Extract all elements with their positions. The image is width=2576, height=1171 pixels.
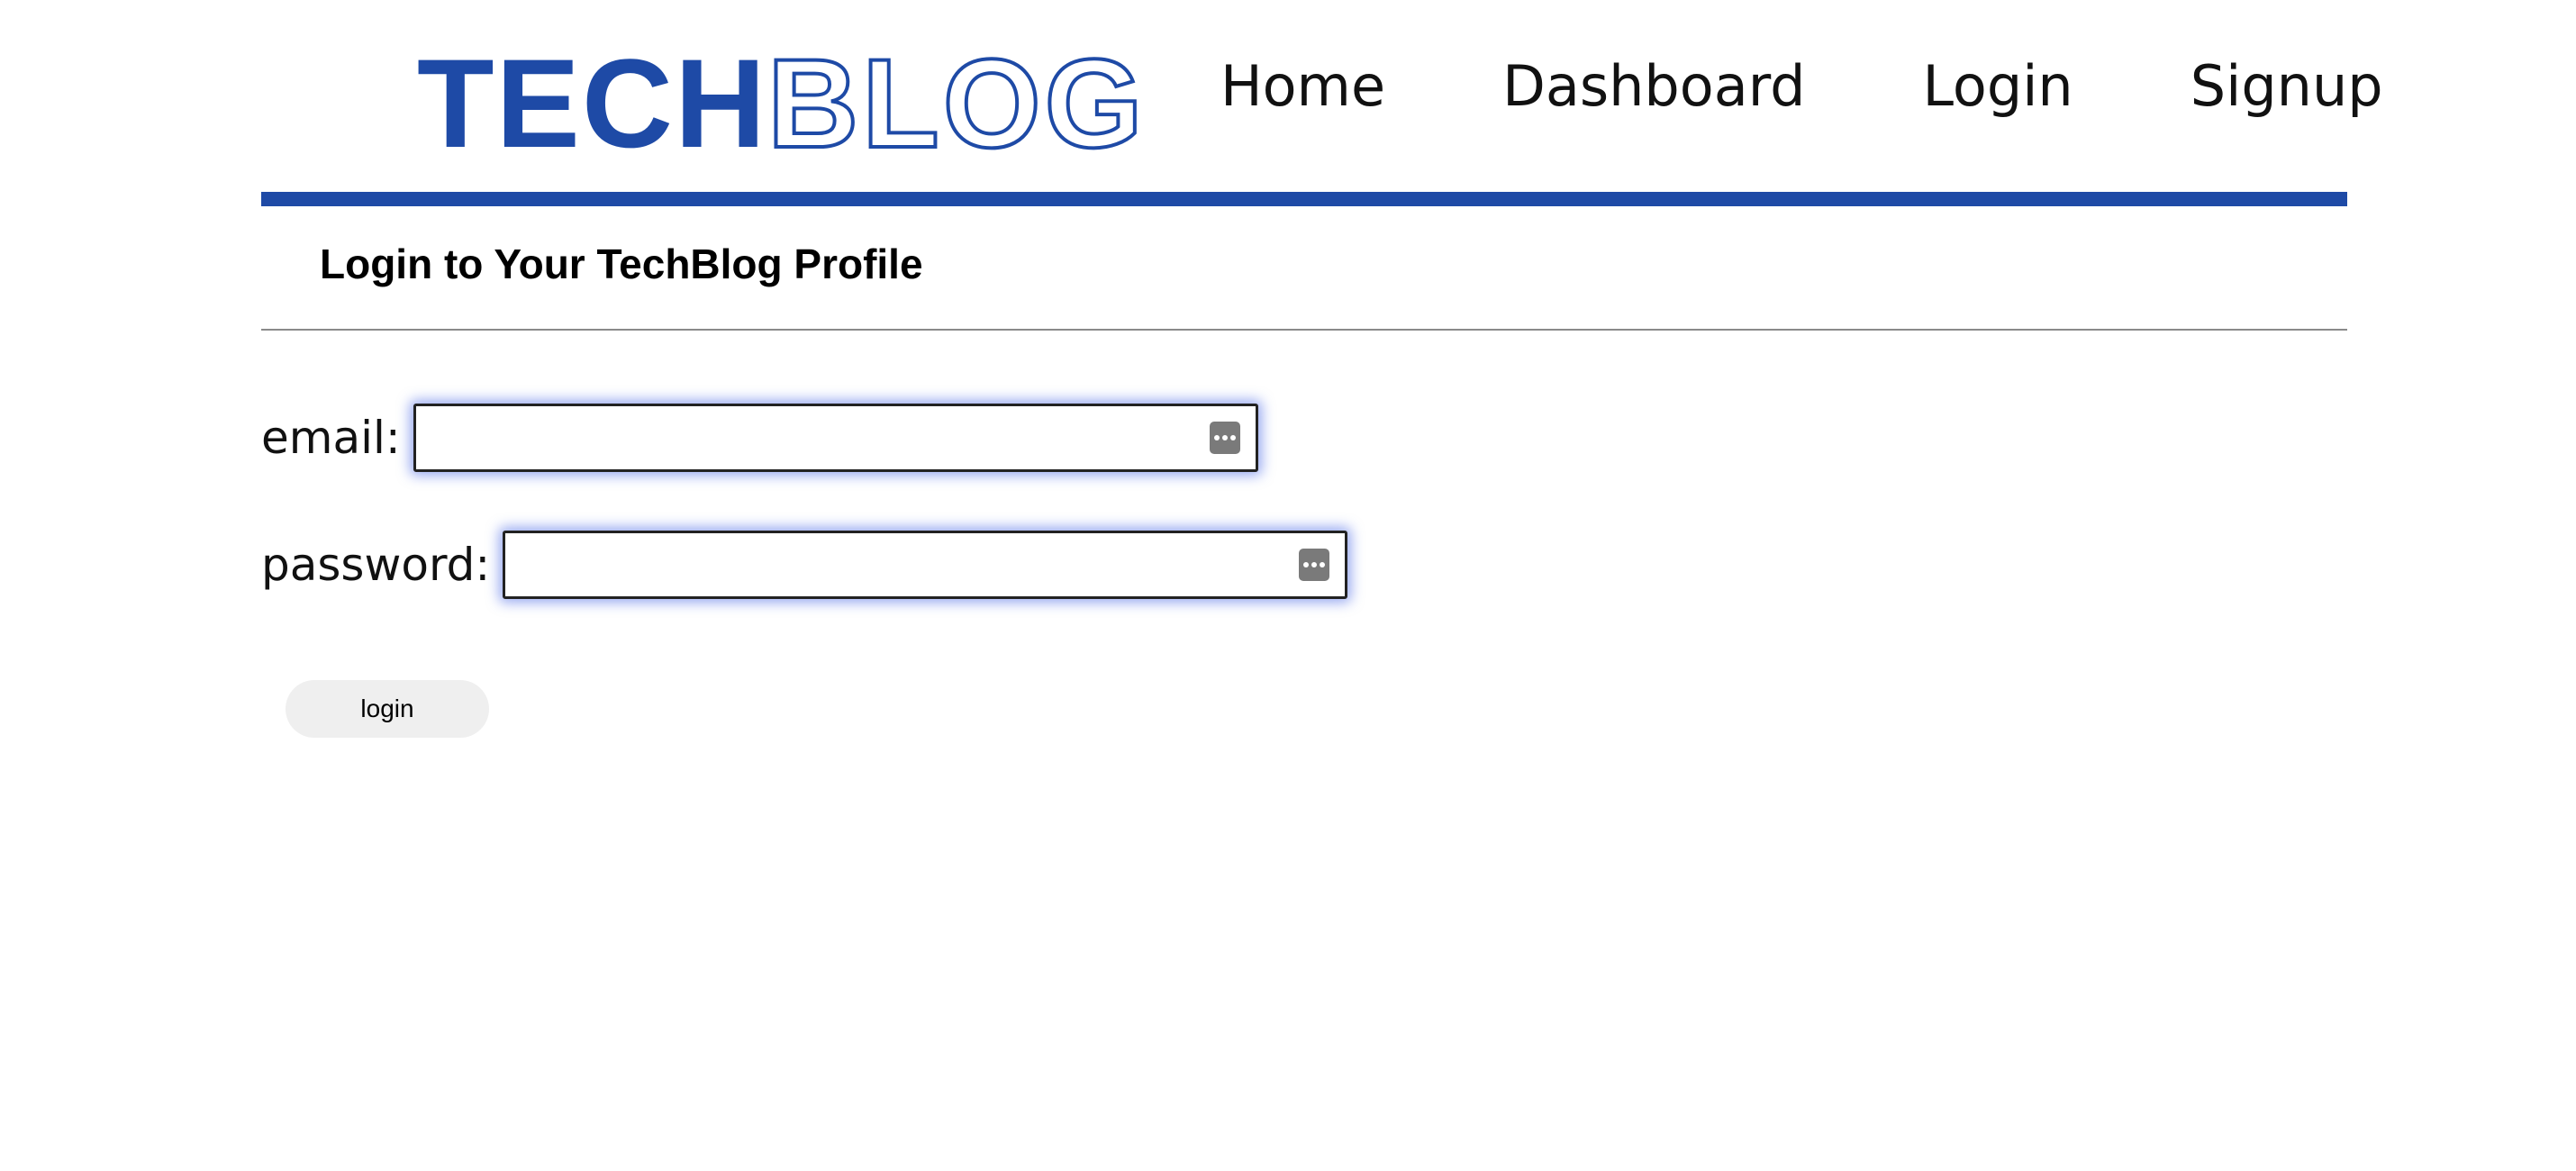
email-label: email:: [261, 412, 401, 464]
page-title: Login to Your TechBlog Profile: [320, 241, 923, 287]
email-field[interactable]: [413, 404, 1258, 472]
nav-link-login[interactable]: Login: [1922, 53, 2073, 119]
password-row: password:: [261, 531, 1348, 599]
key-icon-dot: [1221, 435, 1228, 440]
password-field[interactable]: [503, 531, 1348, 599]
nav-link-signup[interactable]: Signup: [2191, 53, 2383, 119]
password-manager-key-icon[interactable]: [1209, 422, 1240, 454]
key-icon-dot: [1320, 562, 1326, 567]
page: TECH BLOG Home Dashboard Login Signup Log…: [0, 0, 2576, 1171]
email-field-wrap: [413, 404, 1258, 472]
logo-text-outline: BLOG: [766, 32, 1147, 174]
key-icon-dot: [1213, 435, 1220, 440]
nav-link-dashboard[interactable]: Dashboard: [1502, 53, 1805, 119]
key-icon-dot: [1229, 435, 1236, 440]
header-divider-bar: [261, 192, 2347, 206]
email-row: email:: [261, 404, 1258, 472]
key-icon-dot: [1303, 562, 1310, 567]
key-icon-dot: [1311, 562, 1318, 567]
site-logo[interactable]: TECH BLOG: [417, 39, 1147, 168]
password-field-wrap: [503, 531, 1348, 599]
main-nav: Home Dashboard Login Signup: [1220, 45, 2383, 126]
password-label: password:: [261, 539, 491, 591]
login-button[interactable]: login: [286, 680, 489, 738]
logo-text-solid: TECH: [417, 32, 768, 174]
password-manager-key-icon[interactable]: [1299, 549, 1330, 581]
title-divider: [261, 329, 2347, 331]
nav-link-home[interactable]: Home: [1220, 53, 1385, 119]
